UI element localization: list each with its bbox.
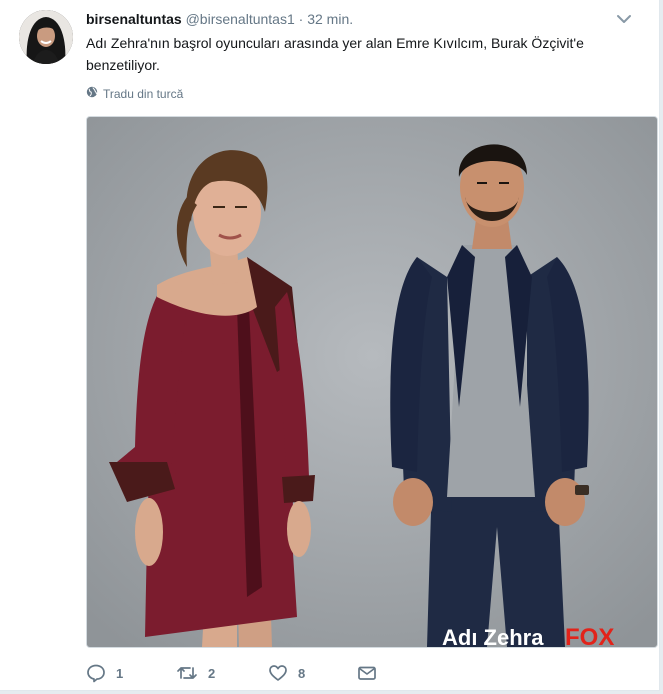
- translate-link[interactable]: Tradu din turcă: [86, 85, 183, 103]
- retweet-count: 2: [208, 665, 216, 681]
- heart-icon: [268, 663, 288, 683]
- timestamp[interactable]: 32 min.: [307, 11, 353, 27]
- tweet-header: birsenaltuntas @birsenaltuntas1 · 32 min…: [86, 10, 639, 30]
- reply-button[interactable]: 1: [86, 660, 123, 686]
- like-button[interactable]: 8: [268, 660, 305, 686]
- retweet-icon: [176, 663, 198, 683]
- tweet-text: Adı Zehra'nın başrol oyuncuları arasında…: [86, 35, 584, 73]
- tweet-photo[interactable]: Adı Zehra FOX: [86, 116, 658, 648]
- like-count: 8: [298, 665, 306, 681]
- globe-icon: [86, 86, 98, 102]
- reply-count: 1: [116, 665, 124, 681]
- tweet-actions: 1 2 8: [86, 660, 646, 686]
- svg-text:FOX: FOX: [565, 624, 614, 647]
- tweet-card[interactable]: birsenaltuntas @birsenaltuntas1 · 32 min…: [0, 0, 660, 691]
- separator-dot: ·: [298, 11, 304, 27]
- svg-text:Adı Zehra: Adı Zehra: [442, 625, 544, 647]
- display-name[interactable]: birsenaltuntas: [86, 11, 182, 27]
- photo-watermark: Adı Zehra FOX: [442, 624, 614, 647]
- envelope-icon: [357, 663, 377, 683]
- user-handle[interactable]: @birsenaltuntas1: [186, 11, 295, 27]
- avatar[interactable]: [19, 10, 73, 64]
- translate-label: Tradu din turcă: [103, 87, 184, 101]
- chevron-down-icon[interactable]: [615, 10, 633, 28]
- reply-icon: [86, 663, 106, 683]
- retweet-button[interactable]: 2: [176, 660, 215, 686]
- direct-message-button[interactable]: [357, 660, 377, 686]
